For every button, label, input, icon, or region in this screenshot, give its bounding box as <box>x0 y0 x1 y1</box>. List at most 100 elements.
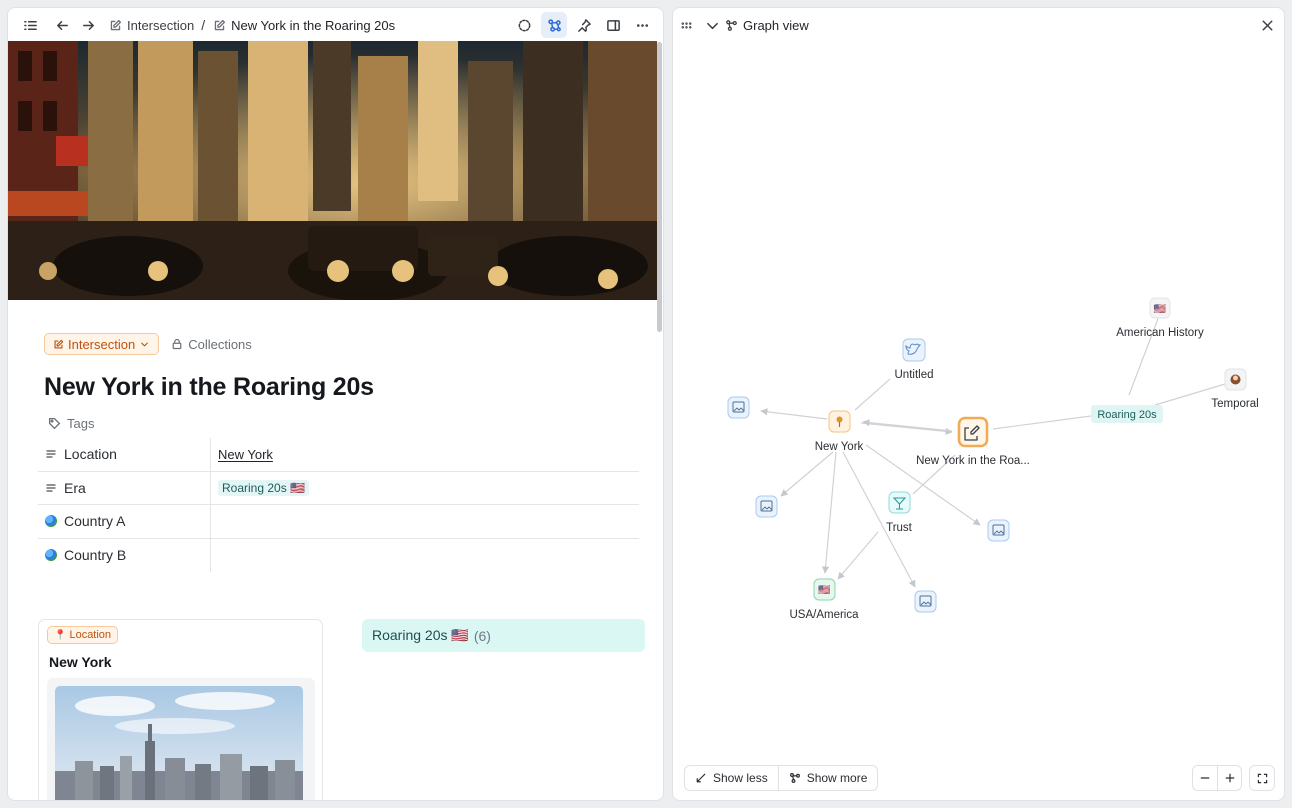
flag-icon: 🇺🇸 <box>818 584 831 596</box>
graph-icon <box>547 18 561 32</box>
breadcrumb-current-label: New York in the Roaring 20s <box>231 17 396 33</box>
related-group-count: (6) <box>473 627 491 644</box>
ellipsis-icon <box>636 23 648 27</box>
graph-node-american-history[interactable]: 🇺🇸 American History <box>1116 297 1204 339</box>
svg-text:Untitled: Untitled <box>895 369 934 381</box>
breadcrumb-current[interactable]: New York in the Roaring 20s <box>213 18 395 33</box>
location-card[interactable]: 📍 Location New York <box>38 619 323 800</box>
graph-edge <box>992 415 1092 430</box>
property-value[interactable]: Roaring 20s 🇺🇸 <box>211 472 639 505</box>
arrow-left-icon <box>56 20 68 30</box>
graph-view-title: Graph view <box>725 18 809 33</box>
graph-node-untitled[interactable]: Untitled <box>895 338 934 381</box>
graph-view-toggle-button[interactable] <box>541 12 567 38</box>
sidebar-toggle-button[interactable] <box>17 12 43 38</box>
type-chip[interactable]: Intersection <box>44 333 160 355</box>
era-tag[interactable]: Roaring 20s 🇺🇸 <box>218 479 309 496</box>
fullscreen-button[interactable] <box>1249 765 1275 791</box>
back-button[interactable] <box>49 12 75 38</box>
graph-node-roaring-20s[interactable]: Roaring 20s <box>1091 405 1163 423</box>
list-icon <box>23 20 37 30</box>
svg-text:USA/America: USA/America <box>789 609 859 621</box>
close-icon <box>1262 20 1272 30</box>
breadcrumb-parent[interactable]: Intersection <box>109 18 194 33</box>
graph-edge <box>837 531 879 580</box>
more-options-button[interactable] <box>629 12 655 38</box>
zoom-in-button[interactable] <box>1217 766 1241 790</box>
graph-icon <box>726 19 737 31</box>
pin-icon: 📍 <box>54 629 67 641</box>
expand-icon <box>1257 773 1267 783</box>
property-row: Country A <box>38 505 639 539</box>
type-chip-label: Intersection <box>68 336 136 352</box>
focus-button[interactable] <box>511 12 537 38</box>
tags-button[interactable]: Tags <box>44 416 644 431</box>
text-lines-icon <box>46 484 56 492</box>
breadcrumb-parent-label: Intersection <box>127 17 195 33</box>
properties-table: Location New York Era Roaring 20s 🇺🇸 Cou… <box>38 438 639 572</box>
property-value[interactable]: New York <box>211 438 639 471</box>
property-value[interactable] <box>211 505 639 538</box>
collections-label: Collections <box>188 336 252 352</box>
edit-square-icon <box>214 19 226 30</box>
globe-icon <box>45 515 57 528</box>
graph-edge <box>822 451 837 574</box>
graph-view-title-label: Graph view <box>743 17 809 33</box>
page-title[interactable]: New York in the Roaring 20s <box>44 373 644 402</box>
graph-node-temporal[interactable]: Temporal <box>1211 368 1259 410</box>
graph-canvas[interactable]: 🇺🇸 American History Untitled Temporal Ro… <box>673 42 1284 762</box>
svg-text:New York: New York <box>815 441 864 453</box>
location-link[interactable]: New York <box>218 447 273 462</box>
zoom-out-button[interactable] <box>1193 766 1217 790</box>
show-less-button[interactable]: Show less <box>685 766 778 790</box>
drag-handle[interactable] <box>673 12 699 38</box>
grip-icon <box>681 21 691 29</box>
split-view-button[interactable] <box>600 12 626 38</box>
document-meta-row: Intersection Collections <box>44 333 644 355</box>
graph-node-image[interactable] <box>987 519 1010 542</box>
property-value[interactable] <box>211 539 639 573</box>
collapse-button[interactable] <box>699 12 725 38</box>
arrow-right-icon <box>82 20 94 30</box>
graph-node-new-york[interactable]: New York <box>815 410 864 453</box>
svg-text:American History: American History <box>1116 327 1204 339</box>
document-body: Intersection Collections New York in the… <box>44 333 644 431</box>
forward-button[interactable] <box>75 12 101 38</box>
location-image-frame <box>47 678 315 800</box>
graph-toolbar: Graph view <box>673 8 1284 42</box>
pin-button[interactable] <box>571 12 597 38</box>
graph-node-image[interactable] <box>914 590 937 613</box>
plus-icon <box>1225 773 1234 783</box>
graph-pane: Graph view 🇺🇸 American History Untitled … <box>672 7 1285 801</box>
svg-text:Roaring 20s: Roaring 20s <box>1097 409 1157 421</box>
minus-icon <box>1200 777 1210 779</box>
graph-edge <box>854 378 891 411</box>
graph-node-image[interactable] <box>755 495 778 518</box>
graph-edge <box>860 422 953 435</box>
property-name[interactable]: Country A <box>38 505 211 538</box>
collections-button[interactable]: Collections <box>171 337 252 352</box>
location-chip: 📍 Location <box>47 626 119 644</box>
document-scrollbar[interactable] <box>657 42 662 332</box>
graph-node-current[interactable]: New York in the Roa... <box>916 416 1030 467</box>
graph-node-usa-america[interactable]: 🇺🇸 USA/America <box>789 578 859 621</box>
related-group-card[interactable]: Roaring 20s 🇺🇸 (6) <box>362 619 645 652</box>
pin-icon <box>836 416 843 423</box>
svg-text:New York in the Roa...: New York in the Roa... <box>916 455 1030 467</box>
dashed-circle-icon <box>518 19 530 31</box>
show-more-button[interactable]: Show more <box>777 766 878 790</box>
property-name[interactable]: Country B <box>38 538 211 572</box>
flag-icon: 🇺🇸 <box>1154 303 1167 315</box>
cover-image <box>8 41 657 300</box>
globe-icon <box>45 549 57 562</box>
edit-square-icon <box>110 19 122 30</box>
graph-node-image[interactable] <box>727 396 750 419</box>
sidebar-right-icon <box>606 19 620 31</box>
graph-node-trust[interactable]: Trust <box>886 491 913 534</box>
graph-depth-controls: Show less Show more <box>684 765 879 791</box>
property-name[interactable]: Era <box>38 471 211 504</box>
property-name[interactable]: Location <box>38 438 211 471</box>
breadcrumb-separator: / <box>201 17 206 33</box>
tags-label: Tags <box>67 416 95 431</box>
close-button[interactable] <box>1254 12 1280 38</box>
